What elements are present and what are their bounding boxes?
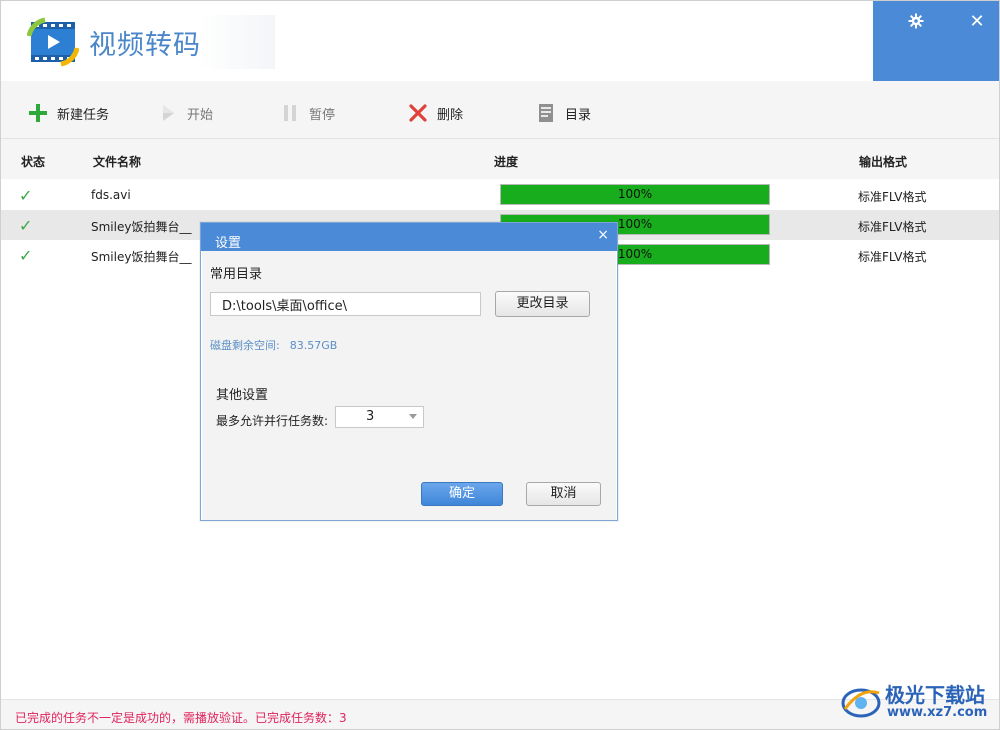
output-format: 标准FLV格式 <box>858 190 927 204</box>
start-button[interactable]: 开始 <box>157 101 213 125</box>
delete-button[interactable]: 删除 <box>407 101 463 125</box>
parallel-tasks-label: 最多允许并行任务数: <box>216 414 329 428</box>
brand: 视频转码 <box>21 15 275 69</box>
progress-text: 100% <box>617 187 653 201</box>
play-icon <box>157 102 179 124</box>
new-task-button[interactable]: 新建任务 <box>27 101 109 125</box>
check-icon: ✓ <box>19 246 33 265</box>
disk-space-label: 磁盘剩余空间: <box>210 339 280 352</box>
ok-button[interactable]: 确定 <box>421 482 503 506</box>
pause-button[interactable]: 暂停 <box>279 101 335 125</box>
file-name: fds.avi <box>91 188 131 202</box>
column-header-status[interactable]: 状态 <box>21 153 45 170</box>
file-name: Smiley饭拍舞台__ <box>91 250 192 264</box>
table-header: 状态 文件名称 进度 输出格式 <box>1 139 999 179</box>
directory-label: 目录 <box>565 107 592 123</box>
delete-label: 删除 <box>437 107 464 123</box>
parallel-tasks-value: 3 <box>366 409 375 424</box>
output-format: 标准FLV格式 <box>858 250 927 264</box>
pause-label: 暂停 <box>309 107 336 123</box>
chevron-down-icon <box>409 414 417 419</box>
column-header-format[interactable]: 输出格式 <box>859 153 907 170</box>
app-window: 视频转码 ✕ 新建任务 开始 暂停 删除 目录 状态 文件名称 进度 输出格式 … <box>0 0 1000 730</box>
disk-space-value: 83.57GB <box>289 339 338 352</box>
watermark-name: 极光下载站 <box>885 683 985 707</box>
title-controls: ✕ <box>873 1 999 81</box>
watermark-logo-icon <box>841 688 881 718</box>
gear-icon[interactable] <box>905 10 927 32</box>
change-directory-button[interactable]: 更改目录 <box>495 291 590 317</box>
app-logo-icon <box>27 17 79 67</box>
toolbar: 新建任务 开始 暂停 删除 目录 <box>1 81 999 139</box>
dialog-body: 常用目录 更改目录 磁盘剩余空间: 83.57GB 其他设置 最多允许并行任务数:… <box>202 251 616 520</box>
section-other-settings: 其他设置 <box>216 388 269 403</box>
start-label: 开始 <box>187 107 214 123</box>
plus-icon <box>27 102 49 124</box>
dialog-titlebar[interactable]: 设置 × <box>201 223 617 251</box>
cancel-button[interactable]: 取消 <box>526 482 601 506</box>
document-icon <box>535 102 557 124</box>
header: 视频转码 ✕ <box>1 1 999 81</box>
column-header-name[interactable]: 文件名称 <box>93 153 141 170</box>
delete-x-icon <box>407 102 429 124</box>
watermark-url: www.xz7.com <box>887 705 988 720</box>
close-icon[interactable]: × <box>597 227 609 243</box>
output-format: 标准FLV格式 <box>858 220 927 234</box>
disk-space: 磁盘剩余空间: 83.57GB <box>210 337 337 353</box>
directory-path-input[interactable] <box>210 292 481 316</box>
status-message: 已完成的任务不一定是成功的，需播放验证。已完成任务数：3 <box>15 711 347 725</box>
watermark: 极光下载站 www.xz7.com <box>839 675 999 727</box>
directory-button[interactable]: 目录 <box>535 101 591 125</box>
table-row[interactable]: ✓ fds.avi 100% 标准FLV格式 <box>1 180 999 210</box>
pause-icon <box>279 102 301 124</box>
dialog-title: 设置 <box>215 236 242 251</box>
progress-bar: 100% <box>500 184 770 205</box>
settings-dialog: 设置 × 常用目录 更改目录 磁盘剩余空间: 83.57GB 其他设置 最多允许并… <box>200 222 618 521</box>
new-task-label: 新建任务 <box>57 107 110 123</box>
section-common-directory: 常用目录 <box>210 267 263 282</box>
check-icon: ✓ <box>19 186 33 205</box>
check-icon: ✓ <box>19 216 33 235</box>
parallel-tasks-select[interactable]: 3 <box>335 406 424 428</box>
close-icon[interactable]: ✕ <box>966 10 988 32</box>
app-title: 视频转码 <box>89 29 201 61</box>
column-header-progress[interactable]: 进度 <box>494 153 518 170</box>
file-name: Smiley饭拍舞台__ <box>91 220 192 234</box>
